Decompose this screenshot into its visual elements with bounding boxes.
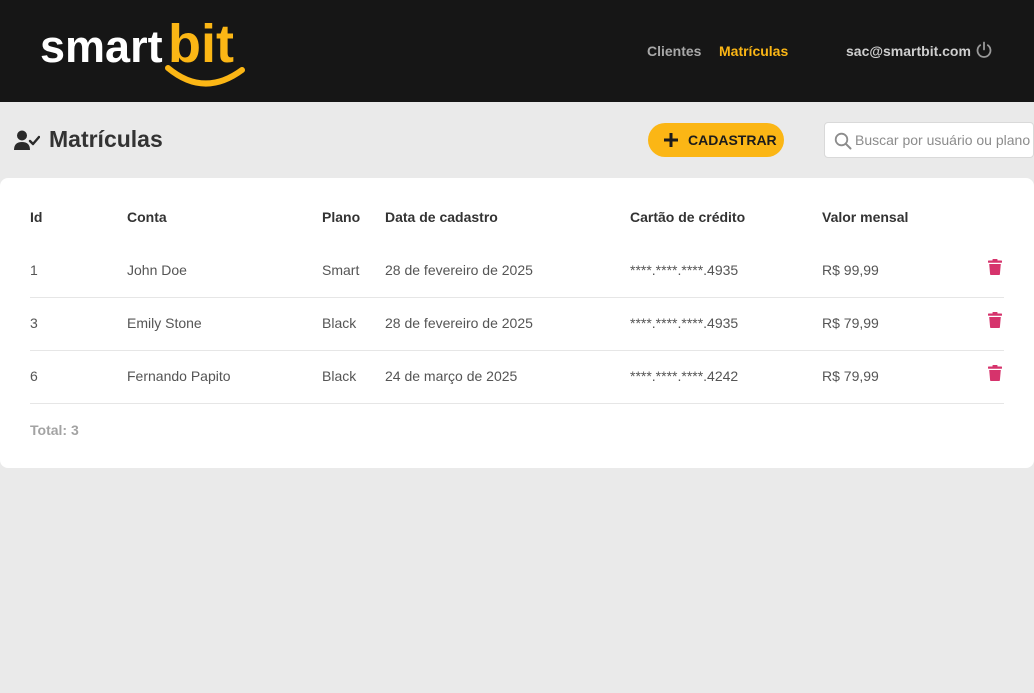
column-header-id: Id: [30, 209, 43, 225]
cell-valor: R$ 79,99: [822, 368, 879, 384]
cell-data: 24 de março de 2025: [385, 368, 518, 384]
cell-valor: R$ 79,99: [822, 315, 879, 331]
trash-icon[interactable]: [988, 365, 1002, 381]
cell-conta: Fernando Papito: [127, 368, 231, 384]
column-header-data-cadastro: Data de cadastro: [385, 209, 498, 225]
user-check-icon: [14, 130, 40, 150]
column-header-valor: Valor mensal: [822, 209, 909, 225]
power-icon[interactable]: [975, 41, 993, 59]
top-navbar: smart bit Clientes Matrículas sac@smartb…: [0, 0, 1034, 102]
cell-id: 1: [30, 262, 38, 278]
trash-icon[interactable]: [988, 312, 1002, 328]
cell-cartao: ****.****.****.4935: [630, 262, 739, 278]
table-row: 6 Fernando Papito Black 24 de março de 2…: [30, 350, 1004, 404]
add-enrollment-button[interactable]: CADASTRAR: [648, 123, 784, 157]
trash-icon[interactable]: [988, 259, 1002, 275]
user-email: sac@smartbit.com: [846, 43, 971, 59]
cell-valor: R$ 99,99: [822, 262, 879, 278]
column-header-conta: Conta: [127, 209, 167, 225]
add-enrollment-label: CADASTRAR: [688, 132, 777, 148]
column-header-cartao: Cartão de crédito: [630, 209, 746, 225]
cell-plano: Black: [322, 368, 357, 384]
cell-cartao: ****.****.****.4935: [630, 315, 739, 331]
table-row: 3 Emily Stone Black 28 de fevereiro de 2…: [30, 297, 1004, 351]
nav-link-clientes[interactable]: Clientes: [647, 43, 701, 59]
nav-link-matriculas[interactable]: Matrículas: [719, 43, 788, 59]
search-box: [824, 122, 1034, 158]
smartbit-logo[interactable]: smart bit: [40, 12, 250, 92]
search-input[interactable]: [855, 123, 1033, 157]
logo-smile-icon: [165, 65, 245, 87]
enrollments-table-card: Id Conta Plano Data de cadastro Cartão d…: [0, 178, 1034, 468]
logo-text-smart: smart: [40, 21, 163, 72]
table-row: 1 John Doe Smart 28 de fevereiro de 2025…: [30, 244, 1004, 298]
cell-id: 3: [30, 315, 38, 331]
search-icon: [834, 132, 852, 150]
table-total: Total: 3: [30, 422, 79, 438]
cell-cartao: ****.****.****.4242: [630, 368, 739, 384]
cell-conta: Emily Stone: [127, 315, 202, 331]
column-header-plano: Plano: [322, 209, 361, 225]
cell-conta: John Doe: [127, 262, 187, 278]
cell-data: 28 de fevereiro de 2025: [385, 315, 533, 331]
cell-plano: Smart: [322, 262, 360, 278]
plus-icon: [664, 133, 678, 147]
cell-plano: Black: [322, 315, 357, 331]
page-title: Matrículas: [49, 126, 163, 152]
cell-id: 6: [30, 368, 38, 384]
cell-data: 28 de fevereiro de 2025: [385, 262, 533, 278]
